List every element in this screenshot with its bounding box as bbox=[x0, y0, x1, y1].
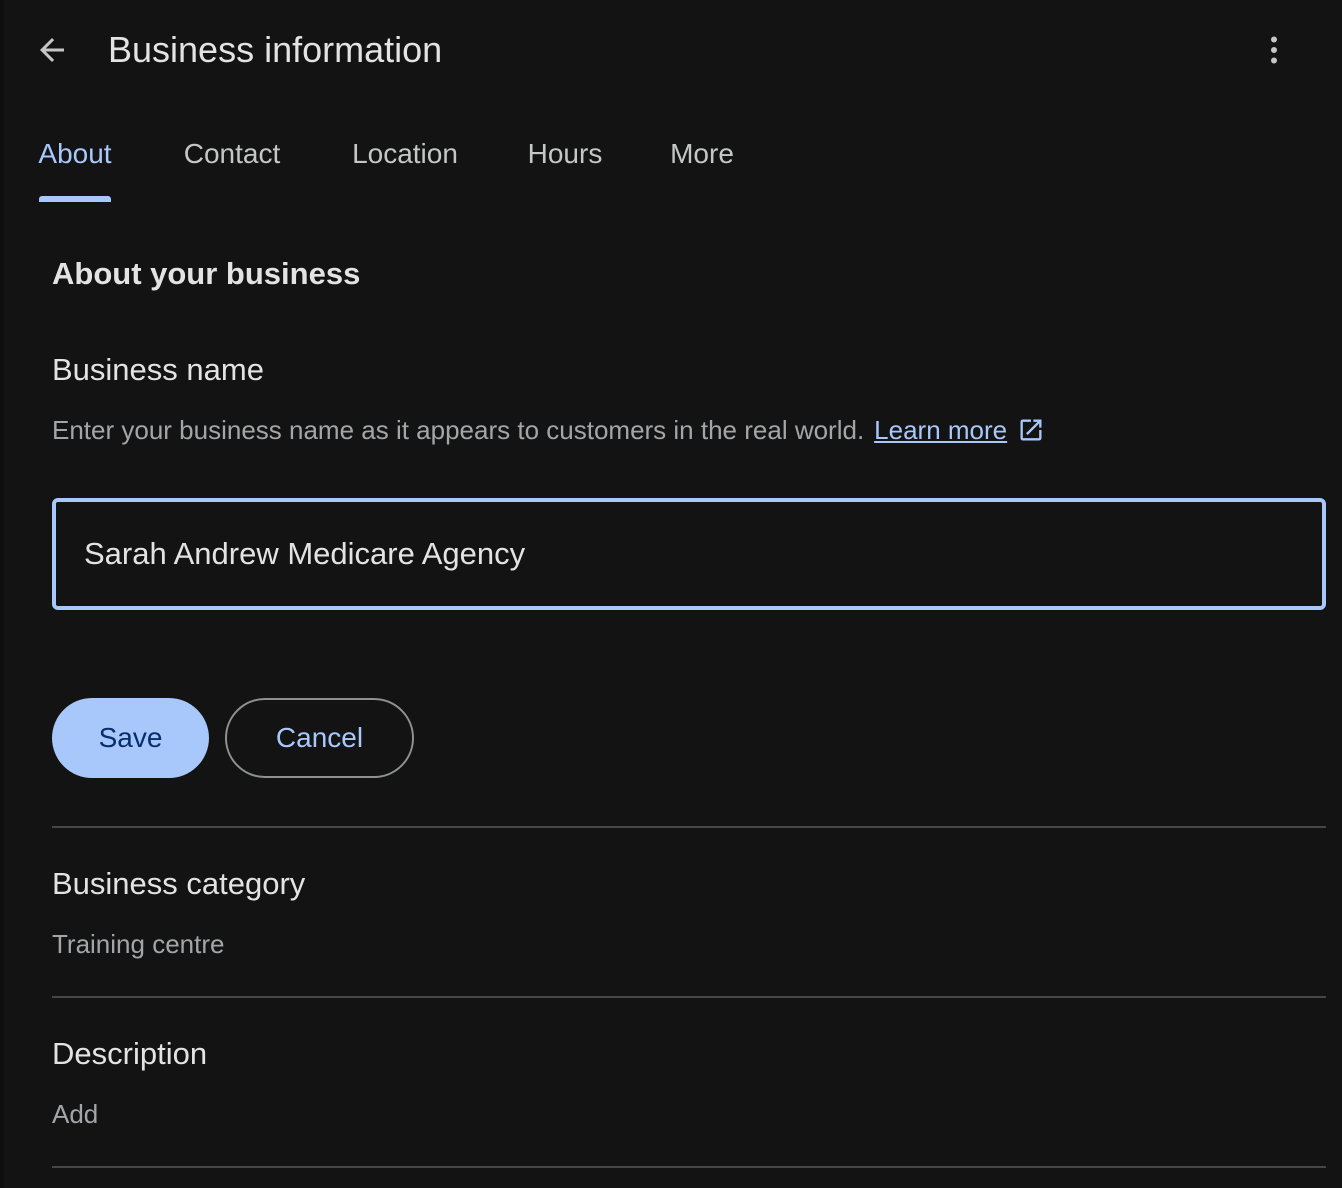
back-button[interactable] bbox=[28, 26, 76, 74]
section-title: About your business bbox=[52, 256, 361, 291]
business-category-label: Business category bbox=[52, 866, 306, 901]
divider bbox=[52, 996, 1326, 998]
business-category-value: Training centre bbox=[52, 929, 225, 959]
business-information-panel: Business information About Contact Locat… bbox=[0, 0, 1342, 1188]
tab-location[interactable]: Location bbox=[346, 118, 464, 202]
tab-more[interactable]: More bbox=[664, 118, 740, 202]
description-value: Add bbox=[52, 1099, 99, 1129]
header: Business information bbox=[4, 0, 1342, 100]
help-text: Enter your business name as it appears t… bbox=[52, 415, 865, 445]
business-name-label: Business name bbox=[52, 352, 264, 387]
business-name-help: Enter your business name as it appears t… bbox=[52, 410, 1045, 450]
tab-about[interactable]: About bbox=[32, 118, 118, 202]
description-row[interactable] bbox=[52, 1020, 1326, 1150]
active-tab-indicator bbox=[39, 196, 111, 202]
description-label: Description bbox=[52, 1036, 208, 1071]
divider bbox=[52, 826, 1326, 828]
divider bbox=[52, 1166, 1326, 1168]
open-in-new-icon[interactable] bbox=[1017, 416, 1045, 444]
arrow-back-icon bbox=[40, 38, 64, 62]
more-vert-icon bbox=[1271, 36, 1277, 64]
learn-more-link[interactable]: Learn more bbox=[874, 410, 1007, 450]
tab-bar: About Contact Location Hours More bbox=[4, 118, 1342, 202]
tab-contact[interactable]: Contact bbox=[176, 118, 288, 202]
tab-hours[interactable]: Hours bbox=[522, 118, 608, 202]
business-name-input[interactable] bbox=[52, 498, 1326, 610]
page-title: Business information bbox=[108, 29, 443, 70]
save-button[interactable]: Save bbox=[52, 698, 209, 778]
more-options-button[interactable] bbox=[1250, 26, 1298, 74]
cancel-button[interactable]: Cancel bbox=[225, 698, 414, 778]
